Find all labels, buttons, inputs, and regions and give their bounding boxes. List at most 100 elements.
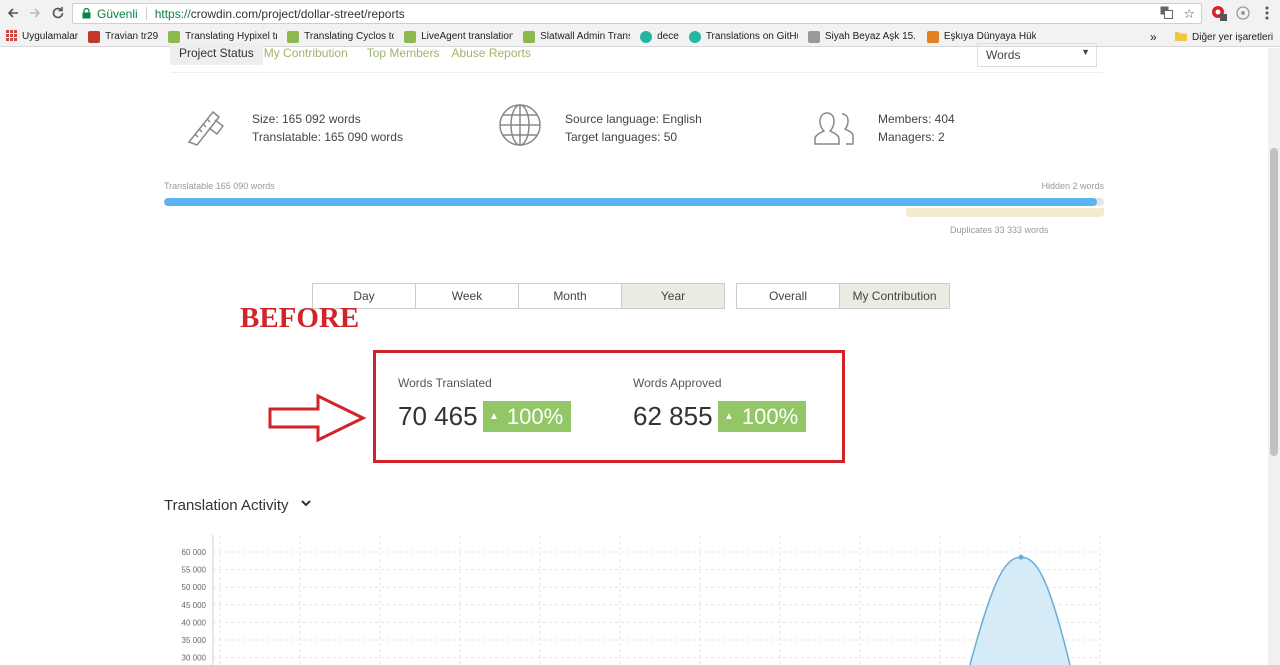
size-text: Size: 165 092 words: [252, 112, 361, 126]
bookmark-other-folder[interactable]: Diğer yer işaretleri: [1175, 31, 1273, 44]
bookmark-label: Uygulamalar: [22, 31, 79, 42]
language-stats: Source language: English Target language…: [565, 110, 702, 146]
period-week-button[interactable]: Week: [415, 283, 519, 309]
bookmark-label: Diğer yer işaretleri: [1192, 32, 1274, 43]
bookmark-eskiya[interactable]: Eşkıya Dünyaya Hükü: [926, 30, 1036, 43]
chart-data-point: [1018, 554, 1024, 560]
period-month-button[interactable]: Month: [518, 283, 622, 309]
bookmark-label: Translating Cyclos to: [304, 31, 395, 42]
chart-y-tick-label: 40 000: [182, 618, 207, 627]
chart-y-tick-label: 45 000: [182, 601, 207, 610]
target-languages-text: Target languages: 50: [565, 130, 678, 144]
before-annotation: BEFORE: [240, 302, 360, 334]
chart-y-tick-label: 60 000: [182, 548, 207, 557]
video-favicon-icon: [807, 30, 820, 43]
divider: [170, 72, 1103, 73]
source-language-text: Source language: English: [565, 112, 702, 126]
bookmark-label: Eşkıya Dünyaya Hükü: [943, 31, 1036, 42]
bookmark-hypixel[interactable]: Translating Hypixel tr: [168, 30, 277, 43]
members-icon: [812, 104, 856, 148]
period-year-button[interactable]: Year: [621, 283, 725, 309]
members-stats: Members: 404 Managers: 2: [878, 110, 955, 146]
scrollbar-thumb[interactable]: [1270, 148, 1278, 456]
account-icon[interactable]: [1234, 4, 1252, 22]
bookmark-github-translations[interactable]: Translations on GitHub: [688, 30, 798, 43]
tab-abuse-reports[interactable]: Abuse Reports: [448, 43, 539, 65]
bookmark-label: LiveAgent translation: [421, 31, 514, 42]
tab-my-contribution[interactable]: My Contribution: [263, 43, 357, 65]
triangle-up-icon: ▲: [724, 411, 734, 422]
scope-my-contribution-button[interactable]: My Contribution: [839, 283, 950, 309]
chevron-down-icon[interactable]: [300, 497, 312, 512]
words-approved-value: 62 855: [633, 401, 713, 431]
reload-icon[interactable]: [46, 1, 70, 25]
bookmark-dece[interactable]: dece: [640, 30, 679, 43]
members-text: Members: 404: [878, 112, 955, 126]
folder-icon: [1175, 31, 1187, 44]
translatable-text: Translatable: 165 090 words: [252, 130, 403, 144]
menu-kebab-icon[interactable]: [1258, 4, 1276, 22]
page-scrollbar[interactable]: [1268, 48, 1280, 665]
back-icon[interactable]: [1, 1, 25, 25]
tab-project-status[interactable]: Project Status: [170, 43, 263, 65]
chart-y-tick-label: 50 000: [182, 583, 207, 592]
bookmark-label: Translations on GitHub: [705, 31, 798, 42]
bookmark-apps[interactable]: Uygulamalar: [6, 29, 79, 44]
travian-favicon-icon: [88, 30, 101, 43]
address-bar[interactable]: Güvenli https://crowdin.com/project/doll…: [72, 3, 1202, 24]
series-favicon-icon: [926, 30, 939, 43]
url-path: crowdin.com/project/dollar-street/report…: [190, 6, 405, 21]
github-translations-favicon-icon: [640, 30, 653, 43]
bookmarks-overflow-button[interactable]: »: [1150, 30, 1157, 44]
words-approved-label: Words Approved: [633, 376, 722, 390]
size-stats: Size: 165 092 words Translatable: 165 09…: [252, 110, 403, 146]
words-translated-change-badge: ▲ 100%: [483, 401, 572, 432]
crowdin-favicon-icon: [523, 30, 536, 43]
duplicates-bar: [906, 208, 1104, 217]
translatable-bar-label: Translatable 165 090 words: [164, 181, 275, 191]
bookmark-label: Siyah Beyaz Aşk 15. B: [824, 31, 917, 42]
scope-overall-button[interactable]: Overall: [736, 283, 840, 309]
bookmark-siyah-beyaz[interactable]: Siyah Beyaz Aşk 15. B: [807, 30, 917, 43]
url-text: https://crowdin.com/project/dollar-stree…: [155, 7, 405, 21]
project-tabs: Project Status My Contribution Top Membe…: [170, 43, 540, 65]
words-translated-value: 70 465: [398, 401, 478, 431]
bookmark-label: Slatwall Admin Transl: [540, 31, 631, 42]
bookmark-label: dece: [657, 31, 679, 42]
words-approved-change: 100%: [741, 403, 799, 429]
unit-select[interactable]: Words ▼: [977, 43, 1097, 67]
crowdin-favicon-icon: [404, 30, 417, 43]
globe-icon: [498, 103, 542, 147]
browser-toolbar: Güvenli https://crowdin.com/project/doll…: [0, 0, 1280, 27]
forward-icon[interactable]: [23, 1, 47, 25]
chart-y-tick-label: 35 000: [182, 636, 207, 645]
bookmark-travian[interactable]: Travian tr29: [88, 30, 158, 43]
translate-icon[interactable]: [1160, 6, 1174, 22]
managers-text: Managers: 2: [878, 130, 945, 144]
secure-label: Güvenli: [97, 6, 138, 21]
translation-activity-title[interactable]: Translation Activity: [164, 497, 289, 514]
chart-y-tick-label: 30 000: [182, 654, 207, 663]
hidden-bar-label: Hidden 2 words: [1041, 181, 1104, 191]
bookmark-liveagent[interactable]: LiveAgent translation: [404, 30, 514, 43]
words-translated-label: Words Translated: [398, 376, 492, 390]
bookmark-cyclos[interactable]: Translating Cyclos to: [287, 30, 395, 43]
crowdin-favicon-icon: [168, 30, 181, 43]
translation-progress-bar: [164, 198, 1104, 206]
scope-switcher: Overall My Contribution: [736, 283, 950, 309]
tab-top-members[interactable]: Top Members: [357, 43, 449, 65]
chart-y-tick-label: 55 000: [182, 566, 207, 575]
star-icon[interactable]: ☆: [1183, 6, 1195, 22]
period-switcher: Day Week Month Year: [312, 283, 725, 309]
opera-extension-icon[interactable]: [1210, 4, 1228, 22]
url-protocol: https://: [154, 6, 191, 21]
bookmark-slatwall[interactable]: Slatwall Admin Transl: [523, 30, 631, 43]
github-translations-favicon-icon: [688, 30, 701, 43]
crowdin-favicon-icon: [287, 30, 300, 43]
ruler-pencil-icon: [185, 104, 229, 148]
duplicates-bar-label: Duplicates 33 333 words: [950, 225, 1049, 235]
caret-down-icon: ▼: [1081, 47, 1090, 57]
unit-select-value: Words: [986, 48, 1021, 62]
arrow-right-icon: [268, 393, 366, 443]
words-translated-change: 100%: [506, 403, 564, 429]
